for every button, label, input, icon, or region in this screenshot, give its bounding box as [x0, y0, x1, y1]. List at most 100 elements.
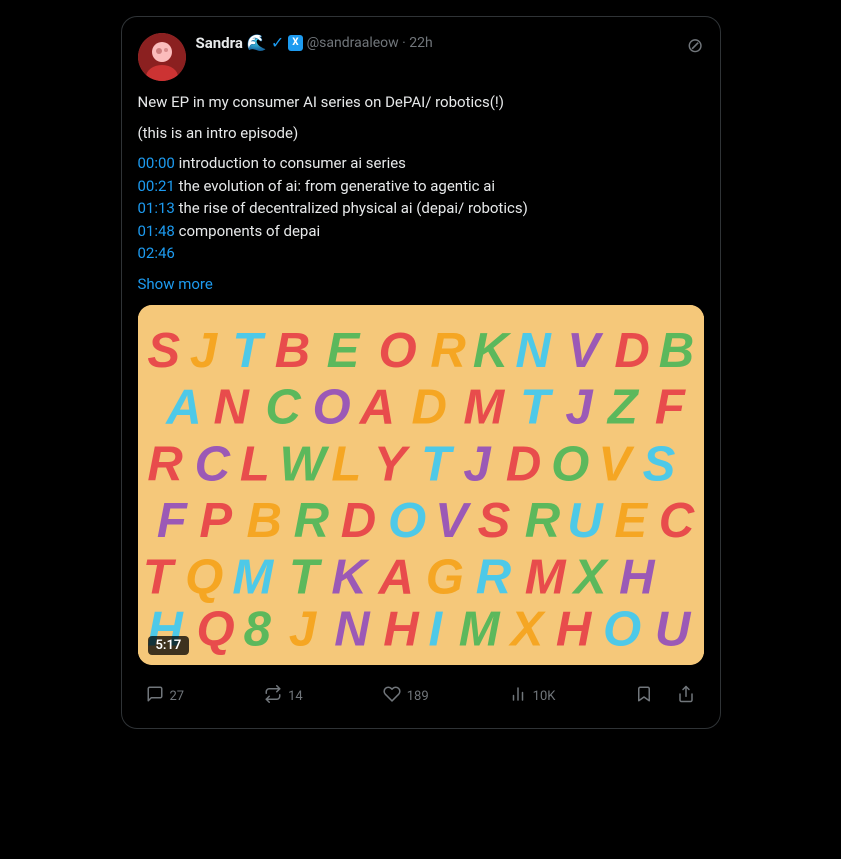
svg-text:R: R	[475, 550, 511, 604]
username[interactable]: @sandraaleow	[307, 35, 399, 51]
svg-text:C: C	[265, 381, 301, 435]
tweet-card: Sandra 🌊 ✓ X @sandraaleow · 22h ⊘ New EP…	[121, 16, 721, 729]
svg-text:M: M	[458, 602, 500, 656]
svg-text:F: F	[156, 494, 188, 548]
media-image: S J T B E O R K N V D B A N C O A D M T	[138, 305, 704, 665]
duration-badge: 5:17	[148, 636, 190, 655]
like-icon	[383, 685, 401, 708]
svg-text:W: W	[279, 437, 329, 491]
tweet-actions: 27 14 189 10K	[138, 677, 704, 712]
svg-text:J: J	[288, 602, 317, 656]
media-container[interactable]: S J T B E O R K N V D B A N C O A D M T	[138, 305, 704, 665]
verified-badge: ✓	[271, 33, 284, 52]
display-name[interactable]: Sandra	[196, 34, 243, 52]
reply-icon	[146, 685, 164, 708]
reply-count: 27	[170, 689, 185, 704]
bookmark-icon	[635, 685, 653, 708]
svg-text:H: H	[383, 602, 420, 656]
svg-text:L: L	[239, 437, 269, 491]
like-button[interactable]: 189	[375, 681, 437, 712]
user-info: Sandra 🌊 ✓ X @sandraaleow · 22h	[196, 33, 433, 52]
svg-text:P: P	[199, 494, 232, 548]
timestamp-1[interactable]: 00:21	[138, 177, 175, 195]
svg-text:E: E	[326, 324, 360, 378]
bookmark-button[interactable]	[627, 681, 661, 712]
svg-text:L: L	[331, 437, 361, 491]
svg-text:S: S	[147, 324, 180, 378]
svg-text:D: D	[411, 381, 446, 435]
timestamp-4[interactable]: 02:46	[138, 244, 175, 262]
share-button[interactable]	[669, 681, 703, 712]
svg-text:B: B	[274, 324, 309, 378]
svg-text:B: B	[246, 494, 281, 548]
wave-badge: 🌊	[247, 33, 267, 52]
svg-text:V: V	[567, 324, 604, 378]
svg-text:N: N	[334, 602, 371, 656]
svg-text:R: R	[524, 494, 560, 548]
svg-text:I: I	[428, 602, 443, 656]
svg-text:Y: Y	[373, 437, 410, 491]
svg-text:R: R	[147, 437, 183, 491]
svg-text:U: U	[654, 602, 691, 656]
user-name-row: Sandra 🌊 ✓ X @sandraaleow · 22h	[196, 33, 433, 52]
svg-text:D: D	[340, 494, 375, 548]
svg-text:M: M	[463, 381, 505, 435]
avatar[interactable]	[138, 33, 186, 81]
svg-text:V: V	[435, 494, 472, 548]
svg-text:O: O	[551, 437, 589, 491]
more-options-button[interactable]: ⊘	[687, 35, 704, 55]
svg-text:Z: Z	[605, 381, 639, 435]
svg-text:R: R	[293, 494, 329, 548]
svg-text:M: M	[524, 550, 566, 604]
timestamp-0[interactable]: 00:00	[138, 154, 175, 172]
svg-text:R: R	[430, 324, 466, 378]
svg-text:O: O	[603, 602, 641, 656]
svg-text:A: A	[165, 381, 201, 435]
svg-text:J: J	[189, 324, 218, 378]
svg-text:X: X	[570, 550, 609, 604]
timestamp-3[interactable]: 01:48	[138, 222, 175, 240]
svg-text:N: N	[213, 381, 250, 435]
analytics-button[interactable]: 10K	[501, 681, 564, 712]
svg-text:V: V	[598, 437, 635, 491]
svg-text:Q: Q	[185, 550, 223, 604]
tweet-timestamps: 00:00 introduction to consumer ai series…	[138, 152, 704, 265]
action-right-group	[627, 681, 703, 712]
svg-text:S: S	[642, 437, 675, 491]
svg-text:F: F	[654, 381, 686, 435]
svg-text:O: O	[312, 381, 350, 435]
svg-text:H: H	[555, 602, 592, 656]
svg-text:C: C	[658, 494, 694, 548]
svg-text:C: C	[194, 437, 230, 491]
svg-text:O: O	[387, 494, 425, 548]
svg-text:D: D	[505, 437, 540, 491]
retweet-button[interactable]: 14	[256, 681, 311, 712]
like-count: 189	[407, 689, 429, 704]
analytics-count: 10K	[533, 689, 556, 704]
svg-text:A: A	[377, 550, 413, 604]
analytics-icon	[509, 685, 527, 708]
tweet-line2: (this is an intro episode)	[138, 122, 704, 145]
svg-text:A: A	[358, 381, 394, 435]
retweet-count: 14	[288, 689, 303, 704]
show-more-button[interactable]: Show more	[138, 273, 704, 296]
svg-text:S: S	[477, 494, 510, 548]
svg-text:T: T	[520, 381, 554, 435]
tweet-header-left: Sandra 🌊 ✓ X @sandraaleow · 22h	[138, 33, 433, 81]
svg-text:K: K	[331, 550, 370, 604]
timestamp-2[interactable]: 01:13	[138, 199, 175, 217]
svg-text:J: J	[463, 437, 492, 491]
retweet-icon	[264, 685, 282, 708]
tweet-text: New EP in my consumer AI series on DePAI…	[138, 91, 704, 295]
svg-text:K: K	[472, 324, 511, 378]
svg-text:B: B	[658, 324, 693, 378]
svg-text:H: H	[619, 550, 656, 604]
svg-text:D: D	[614, 324, 649, 378]
svg-text:8: 8	[243, 602, 271, 656]
tweet-time: 22h	[409, 35, 432, 51]
username-time: @sandraaleow · 22h	[307, 35, 433, 51]
svg-text:T: T	[421, 437, 455, 491]
reply-button[interactable]: 27	[138, 681, 193, 712]
tweet-header: Sandra 🌊 ✓ X @sandraaleow · 22h ⊘	[138, 33, 704, 81]
svg-text:T: T	[232, 324, 266, 378]
